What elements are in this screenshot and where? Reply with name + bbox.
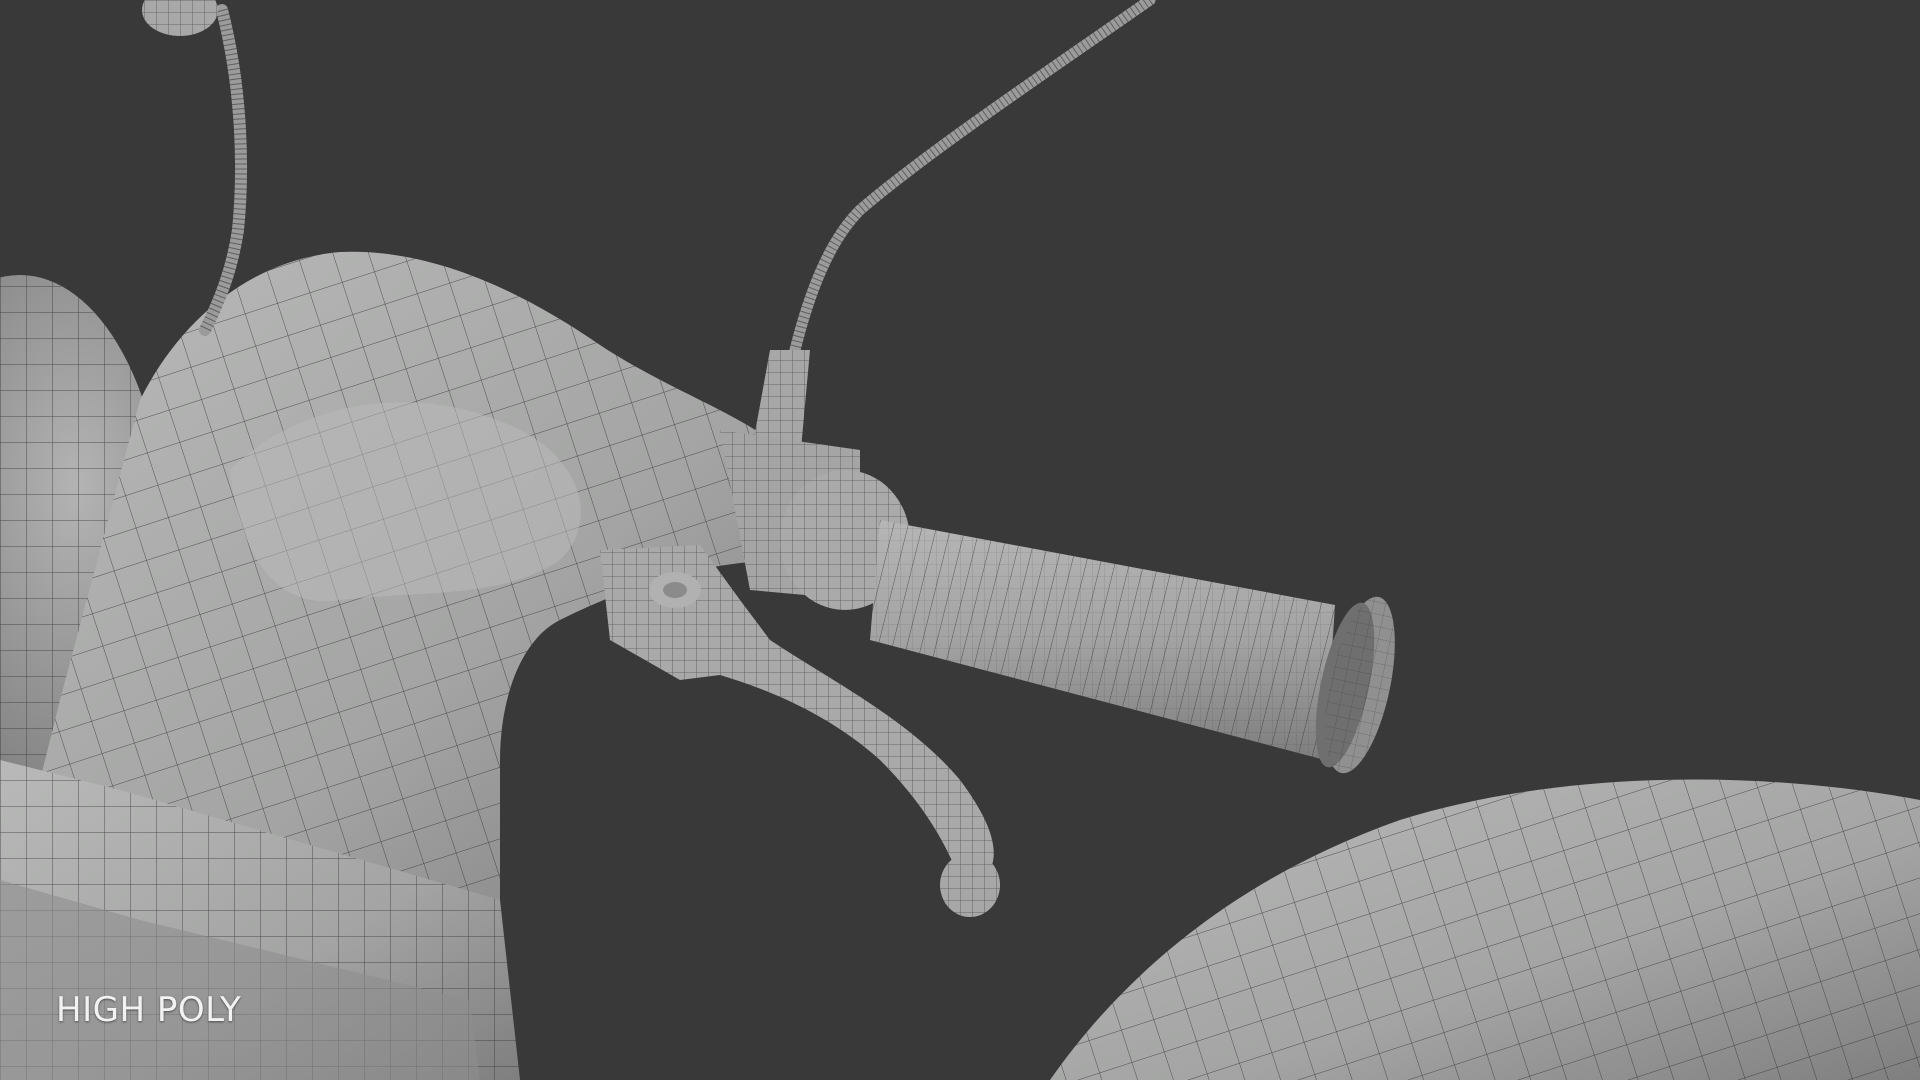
wireframe-render — [0, 0, 1920, 1080]
seat-mesh — [1050, 779, 1920, 1080]
3d-viewport[interactable]: HIGH POLY — [0, 0, 1920, 1080]
left-mirror-stem-mesh — [142, 0, 248, 336]
right-mirror-stem-mesh — [750, 0, 1156, 460]
render-caption: HIGH POLY — [56, 990, 242, 1030]
handle-grip-mesh — [870, 520, 1335, 760]
